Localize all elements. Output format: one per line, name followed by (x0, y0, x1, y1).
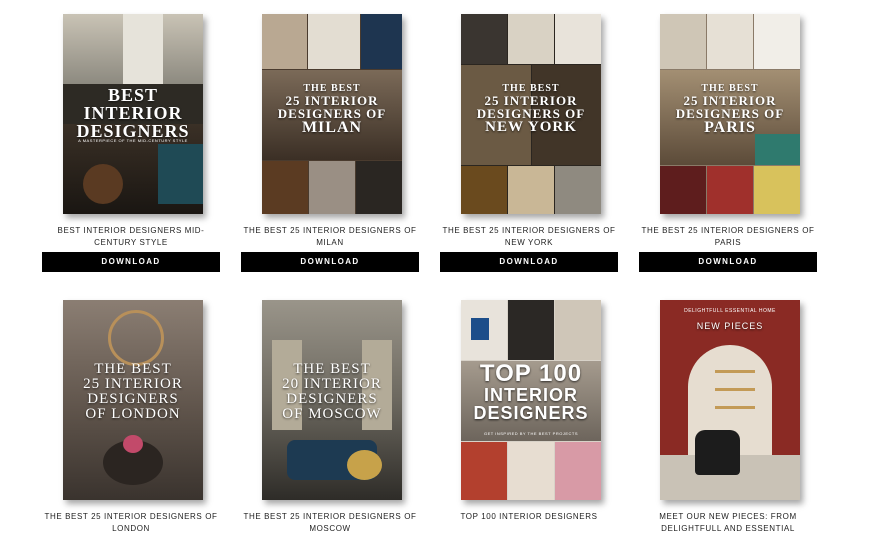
cover-image-milan[interactable]: THE BEST 25 INTERIOR DESIGNERS OF MILAN (262, 14, 402, 214)
cover-title-line: INTERIOR (83, 103, 183, 123)
cover-subtitle: GET INSPIRED BY THE BEST PROJECTS (483, 431, 578, 436)
cover-subtitle: A MASTERPIECE OF THE MID-CENTURY STYLE (78, 138, 188, 143)
cover-title-line: DESIGNERS (473, 403, 589, 423)
cover-title-line: TOP 100 (479, 360, 583, 387)
card-caption: THE BEST 25 INTERIOR DESIGNERS OF NEW YO… (442, 226, 616, 247)
cover-image-moscow[interactable]: THE BEST 20 INTERIOR DESIGNERS OF MOSCOW (262, 300, 402, 500)
card-caption: THE BEST 25 INTERIOR DESIGNERS OF LONDON (44, 512, 218, 533)
download-button[interactable]: DOWNLOAD (241, 252, 419, 272)
cover-title-line: DESIGNERS (87, 391, 179, 407)
cover-title-line: INTERIOR (483, 385, 578, 405)
cover-title-line: 25 INTERIOR (83, 376, 183, 392)
cover-title-line: NEW YORK (485, 119, 577, 135)
cover-title-line: THE BEST (94, 361, 172, 377)
cover-title-line: MILAN (301, 119, 363, 136)
cover-title-line: DESIGNERS (286, 391, 378, 407)
cover-title-line: 20 INTERIOR (282, 376, 382, 392)
cover-title-line: PARIS (704, 119, 756, 136)
cover-title-line: OF MOSCOW (282, 406, 382, 422)
cover-image-paris[interactable]: THE BEST 25 INTERIOR DESIGNERS OF PARIS (660, 14, 800, 214)
download-button[interactable]: DOWNLOAD (42, 252, 220, 272)
cover-image-top-100[interactable]: TOP 100 INTERIOR DESIGNERS GET INSPIRED … (461, 300, 601, 500)
cover-image-new-york[interactable]: THE BEST 25 INTERIOR DESIGNERS OF NEW YO… (461, 14, 601, 214)
cover-title-line: THE BEST (293, 361, 371, 377)
cover-title-line: OF LONDON (85, 406, 181, 422)
card-caption: THE BEST 25 INTERIOR DESIGNERS OF MILAN (243, 226, 417, 247)
download-button[interactable]: DOWNLOAD (639, 252, 817, 272)
download-button[interactable]: DOWNLOAD (440, 252, 618, 272)
card-caption: BEST INTERIOR DESIGNERS MID-CENTURY STYL… (57, 226, 205, 247)
card-caption: TOP 100 INTERIOR DESIGNERS (460, 512, 598, 521)
card-caption: THE BEST 25 INTERIOR DESIGNERS OF MOSCOW (243, 512, 417, 533)
cover-image-mid-century[interactable]: BEST INTERIOR DESIGNERS A MASTERPIECE OF… (63, 14, 203, 214)
cover-title-line: NEW PIECES (696, 321, 764, 331)
card-caption: THE BEST 25 INTERIOR DESIGNERS OF PARIS (641, 226, 815, 247)
cover-brand: DELIGHTFULL ESSENTIAL HOME (684, 308, 776, 314)
cover-image-london[interactable]: THE BEST 25 INTERIOR DESIGNERS OF LONDON (63, 300, 203, 500)
cover-title-line: BEST (107, 85, 159, 105)
cover-image-new-pieces[interactable]: DELIGHTFULL ESSENTIAL HOME NEW PIECES (660, 300, 800, 500)
card-caption: MEET OUR NEW PIECES: FROM DELIGHTFULL AN… (659, 512, 797, 533)
